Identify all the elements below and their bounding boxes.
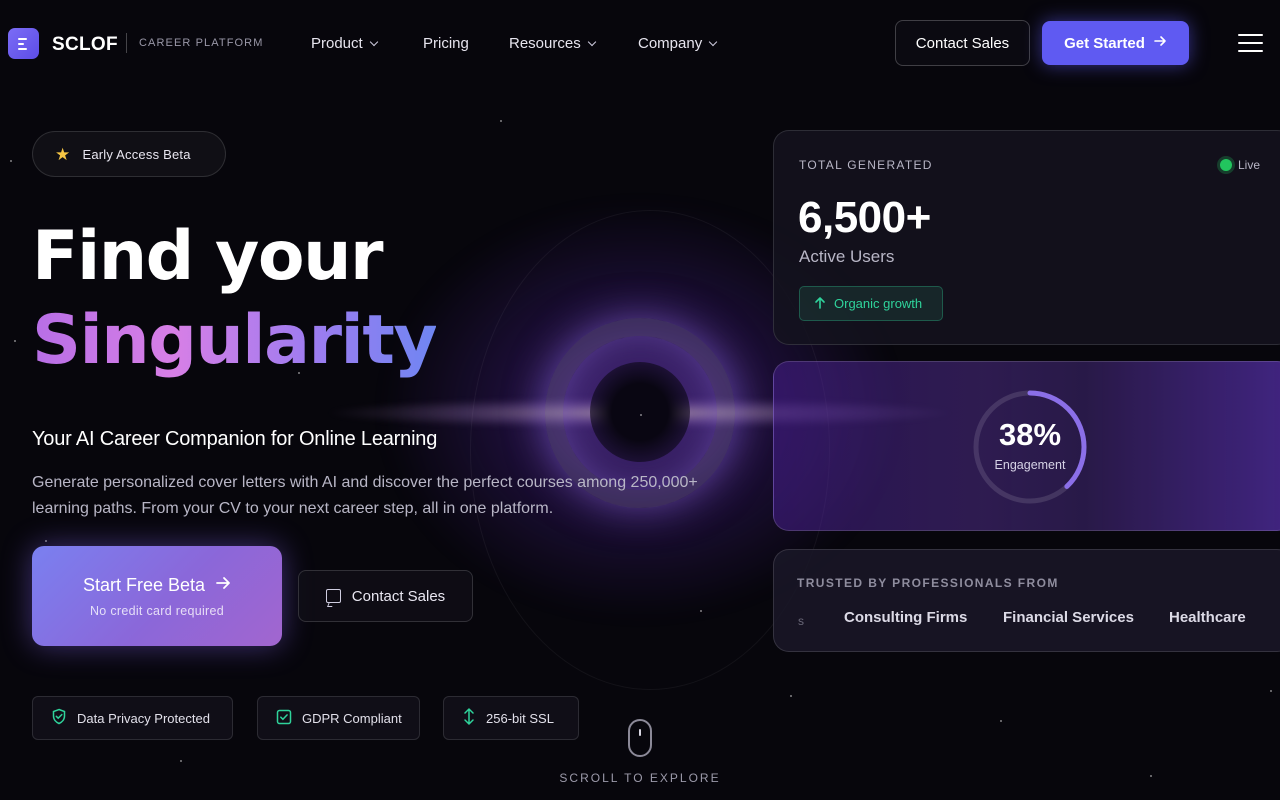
top-navigation: SCLOF CAREER PLATFORM Product Pricing Re… <box>0 0 1280 86</box>
scroll-mouse-icon[interactable] <box>628 719 652 757</box>
chevron-down-icon <box>708 37 718 46</box>
hero-description: Generate personalized cover letters with… <box>32 474 698 517</box>
trusted-label: TRUSTED BY PROFESSIONALS FROM <box>797 576 1059 590</box>
chat-icon <box>325 589 341 603</box>
arrow-right-icon <box>1153 34 1167 52</box>
nav-item-resources[interactable]: Resources <box>509 35 596 52</box>
hero-title-line1: Find your <box>32 217 384 296</box>
stats-label: TOTAL GENERATED <box>799 158 933 172</box>
growth-badge: Organic growth <box>799 286 943 321</box>
trust-badge-privacy: Data Privacy Protected <box>32 696 233 740</box>
nav-item-company[interactable]: Company <box>638 35 718 52</box>
brand-name[interactable]: SCLOF <box>52 34 118 56</box>
nav-item-label: Pricing <box>423 35 469 52</box>
start-free-beta-label: Start Free Beta <box>82 574 206 595</box>
arrow-right-icon <box>215 575 231 596</box>
live-dot-icon <box>1220 159 1232 171</box>
star-icon: ★ <box>55 144 71 164</box>
arrow-up-icon <box>814 296 826 312</box>
company-logo-text: Financial Services <box>1003 609 1134 626</box>
stats-value: 6,500+ <box>798 193 931 242</box>
hero-contact-sales-button[interactable]: Contact Sales <box>298 570 473 622</box>
live-label: Live <box>1238 158 1261 172</box>
stats-card: TOTAL GENERATED Live 6,500+ Active Users… <box>773 130 1280 345</box>
engagement-gauge: 38% Engagement <box>972 389 1088 505</box>
badge-label: Early Access Beta <box>82 146 191 162</box>
marquee-fade: s <box>798 614 804 628</box>
lock-icon <box>462 708 476 728</box>
trust-badge-label: Data Privacy Protected <box>77 710 210 726</box>
company-logo-text: Healthcare <box>1169 609 1246 626</box>
brand-divider <box>126 33 127 53</box>
get-started-label: Get Started <box>1064 34 1145 52</box>
hero-contact-sales-label: Contact Sales <box>351 587 446 605</box>
checkbox-icon <box>276 709 292 728</box>
company-logo-text: Consulting Firms <box>844 609 968 626</box>
nav-item-label: Product <box>311 35 363 52</box>
trust-badge-gdpr: GDPR Compliant <box>257 696 420 740</box>
engagement-label: Engagement <box>994 458 1066 472</box>
nav-item-label: Resources <box>509 35 581 52</box>
nav-item-product[interactable]: Product <box>311 35 378 52</box>
menu-icon[interactable] <box>1238 34 1263 52</box>
brand-tagline: CAREER PLATFORM <box>139 37 264 49</box>
contact-sales-button[interactable]: Contact Sales <box>895 20 1030 66</box>
no-credit-card-note: No credit card required <box>89 603 225 618</box>
stats-caption: Active Users <box>799 247 895 266</box>
scroll-to-explore-label: SCROLL TO EXPLORE <box>559 771 721 785</box>
hero-title-line2: Singularity <box>32 299 438 383</box>
growth-label: Organic growth <box>834 296 923 311</box>
trust-badge-ssl: 256-bit SSL <box>443 696 579 740</box>
chevron-down-icon <box>369 37 378 46</box>
nav-item-label: Company <box>638 35 703 52</box>
engagement-card: 38% Engagement <box>773 361 1280 531</box>
trust-badge-label: GDPR Compliant <box>302 710 402 726</box>
hero-subtitle: Your AI Career Companion for Online Lear… <box>32 428 438 450</box>
trust-badge-label: 256-bit SSL <box>486 710 554 726</box>
logo-icon[interactable] <box>8 28 39 59</box>
start-free-beta-button[interactable]: Start Free Beta No credit card required <box>32 546 282 646</box>
get-started-button[interactable]: Get Started <box>1042 21 1189 65</box>
hero-title: Find your Singularity <box>32 215 438 383</box>
chevron-down-icon <box>587 37 596 46</box>
shield-check-icon <box>51 708 67 728</box>
nav-item-pricing[interactable]: Pricing <box>423 35 469 52</box>
engagement-percent: 38% <box>998 417 1062 452</box>
early-access-badge: ★ Early Access Beta <box>32 131 226 177</box>
live-indicator: Live <box>1220 158 1260 172</box>
trusted-by-card: TRUSTED BY PROFESSIONALS FROM s Consulti… <box>773 549 1280 652</box>
